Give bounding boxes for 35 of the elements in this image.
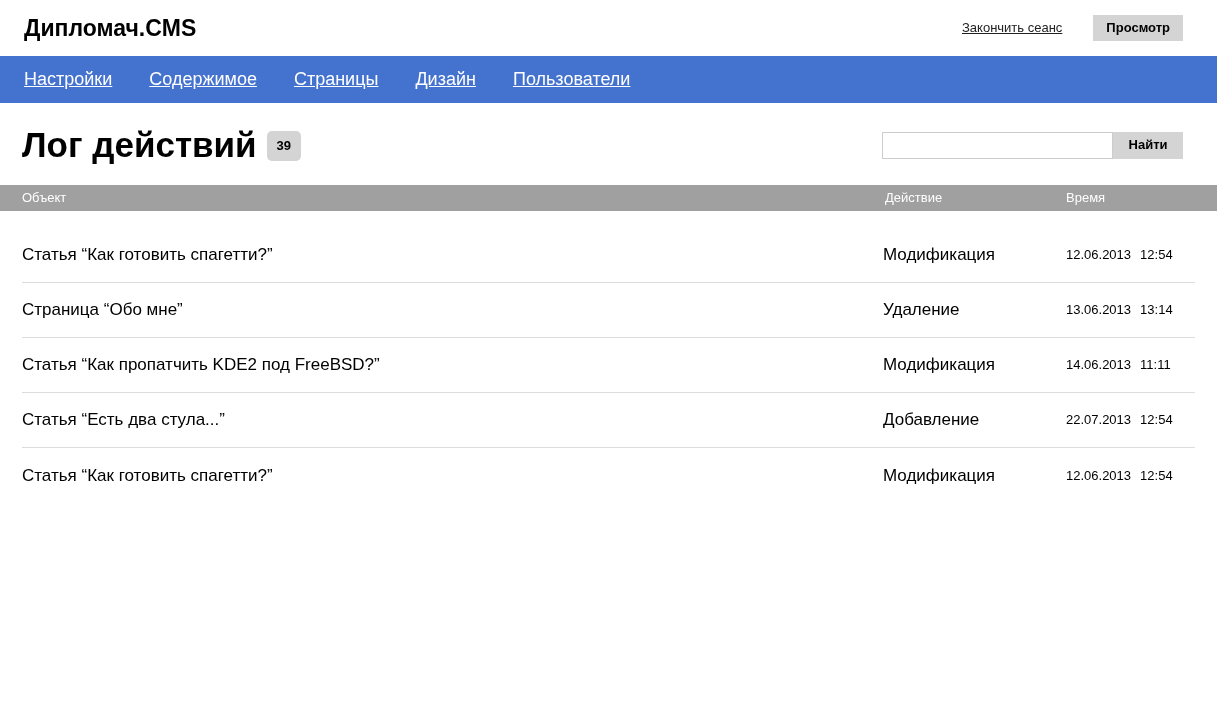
count-badge: 39 xyxy=(266,131,302,161)
column-header: Действие xyxy=(885,189,944,208)
date-text: 13.06.2013 xyxy=(1066,301,1132,320)
nav-link[interactable]: Дизайн xyxy=(415,66,476,93)
nav-link[interactable]: Настройки xyxy=(24,66,113,93)
nav-link[interactable]: Страницы xyxy=(293,66,379,93)
table-cell-text: Модификация xyxy=(883,354,997,377)
time-text: 12:54 xyxy=(1140,246,1173,265)
search-field[interactable] xyxy=(882,131,1113,159)
table-cell-text: Модификация xyxy=(883,464,997,487)
table-cell-text: Статья “Как пропатчить KDE2 под FreeBSD?” xyxy=(22,354,381,377)
preview-button[interactable]: Просмотр xyxy=(1093,15,1183,41)
table-cell-text: Удаление xyxy=(883,299,961,322)
time-text: 11:11 xyxy=(1140,356,1171,375)
table-cell-text: Модификация xyxy=(883,244,997,267)
date-text: 12.06.2013 xyxy=(1066,466,1132,485)
search-button[interactable]: Найти xyxy=(1113,131,1183,159)
table-cell-text: Статья “Есть два стула...” xyxy=(22,409,226,432)
time-text: 12:54 xyxy=(1140,411,1173,430)
nav-link[interactable]: Содержимое xyxy=(149,66,257,93)
table-cell-text: Страница “Обо мне” xyxy=(22,299,184,322)
table-cell-text: Добавление xyxy=(883,409,981,432)
date-text: 22.07.2013 xyxy=(1066,411,1132,430)
time-text: 12:54 xyxy=(1140,466,1173,485)
time-text: 13:14 xyxy=(1140,301,1173,320)
page-title: Лог действий xyxy=(22,123,257,166)
date-text: 14.06.2013 xyxy=(1066,356,1132,375)
table-cell-text: Статья “Как готовить спагетти?” xyxy=(22,244,274,267)
column-header: Время xyxy=(1066,189,1107,208)
logout-link[interactable]: Закончить сеанс xyxy=(962,18,1063,38)
date-text: 12.06.2013 xyxy=(1066,246,1132,265)
column-header: Объект xyxy=(22,189,68,208)
brand-logo: Дипломач.CMS xyxy=(24,13,197,43)
table-cell-text: Статья “Как готовить спагетти?” xyxy=(22,464,274,487)
nav-link[interactable]: Пользователи xyxy=(512,66,631,93)
